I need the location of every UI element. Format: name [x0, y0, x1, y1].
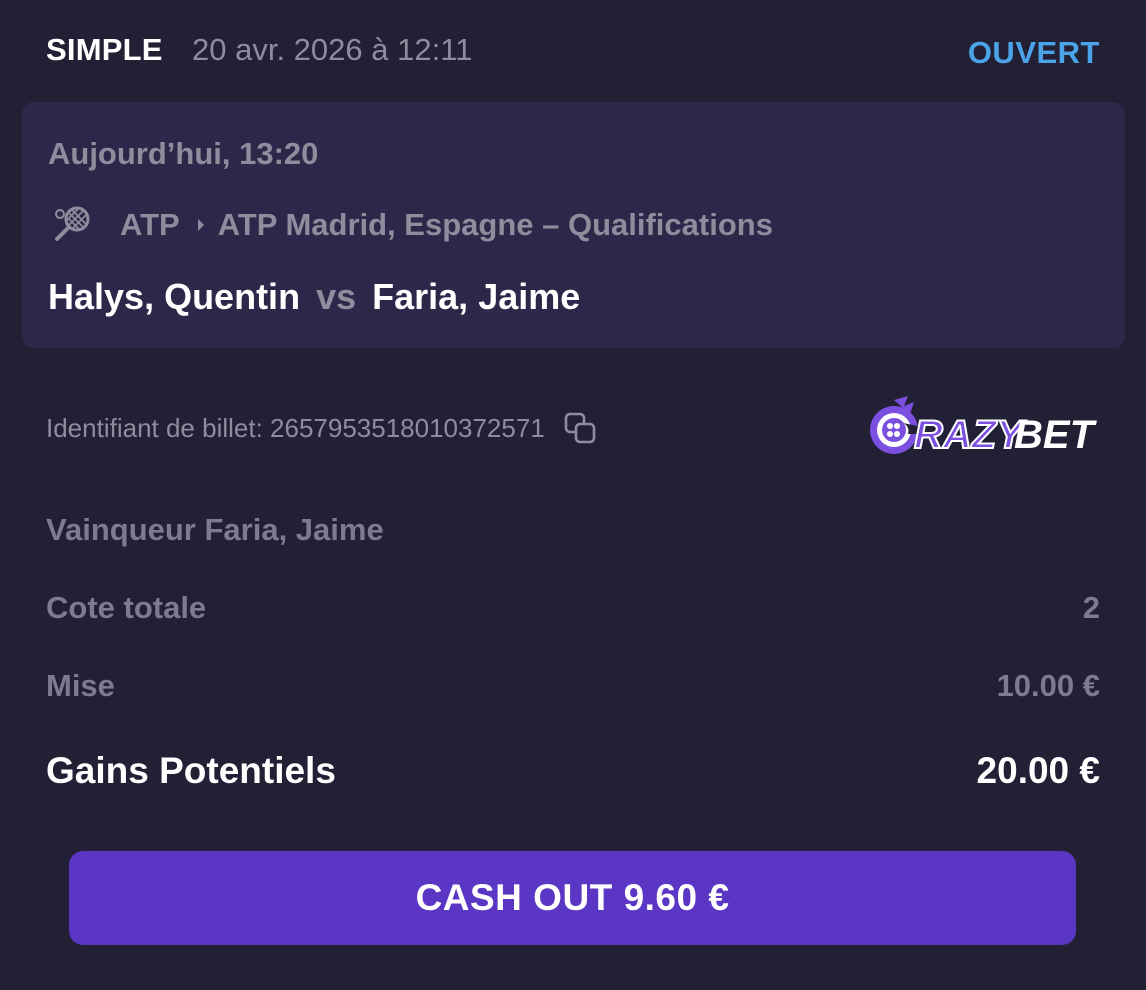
cash-out-button[interactable]: CASH OUT 9.60 €	[69, 851, 1076, 945]
ticket-id-row: Identifiant de billet: 26579535180103725…	[46, 405, 597, 451]
breadcrumb-category[interactable]: ATP	[120, 207, 180, 243]
event-panel[interactable]: Aujourd’hui, 13:20 ATP ATP Madrid, Espag…	[22, 102, 1125, 348]
bet-type: SIMPLE	[46, 32, 163, 67]
matchup: Halys, Quentin vs Faria, Jaime	[48, 276, 580, 318]
stake-value: 10.00 €	[996, 668, 1100, 703]
ticket-id: Identifiant de billet: 26579535180103725…	[46, 412, 545, 443]
payout-row: Gains Potentiels 20.00 €	[46, 750, 1100, 800]
breadcrumb: ATP ATP Madrid, Espagne – Qualifications	[52, 202, 773, 248]
selection-row: Vainqueur Faria, Jaime	[46, 512, 1100, 562]
home-player: Halys, Quentin	[48, 276, 301, 317]
svg-text:BET: BET	[1014, 413, 1098, 457]
payout-label: Gains Potentiels	[46, 750, 336, 791]
odds-value: 2	[1082, 590, 1100, 625]
chevron-right-icon	[197, 219, 204, 231]
bet-status-badge: OUVERT	[967, 35, 1100, 70]
bet-header: SIMPLE 20 avr. 2026 à 12:11 OUVERT	[46, 28, 1100, 78]
odds-label: Cote totale	[46, 590, 207, 625]
stake-label: Mise	[46, 668, 115, 703]
crazybet-logo: RAZY BET	[864, 394, 1100, 460]
selection-label: Vainqueur Faria, Jaime	[46, 512, 384, 547]
tennis-racket-icon	[52, 205, 92, 245]
svg-text:RAZY: RAZY	[914, 413, 1026, 457]
away-player: Faria, Jaime	[372, 276, 581, 317]
bet-date: 20 avr. 2026 à 12:11	[192, 32, 473, 67]
odds-row: Cote totale 2	[46, 590, 1100, 640]
breadcrumb-tournament[interactable]: ATP Madrid, Espagne – Qualifications	[218, 207, 773, 243]
payout-value: 20.00 €	[976, 750, 1100, 791]
vs-label: vs	[316, 276, 357, 317]
copy-icon[interactable]	[563, 411, 597, 445]
stake-row: Mise 10.00 €	[46, 668, 1100, 718]
event-time: Aujourd’hui, 13:20	[48, 136, 319, 171]
bet-slip-card: SIMPLE 20 avr. 2026 à 12:11 OUVERT Aujou…	[0, 0, 1146, 990]
